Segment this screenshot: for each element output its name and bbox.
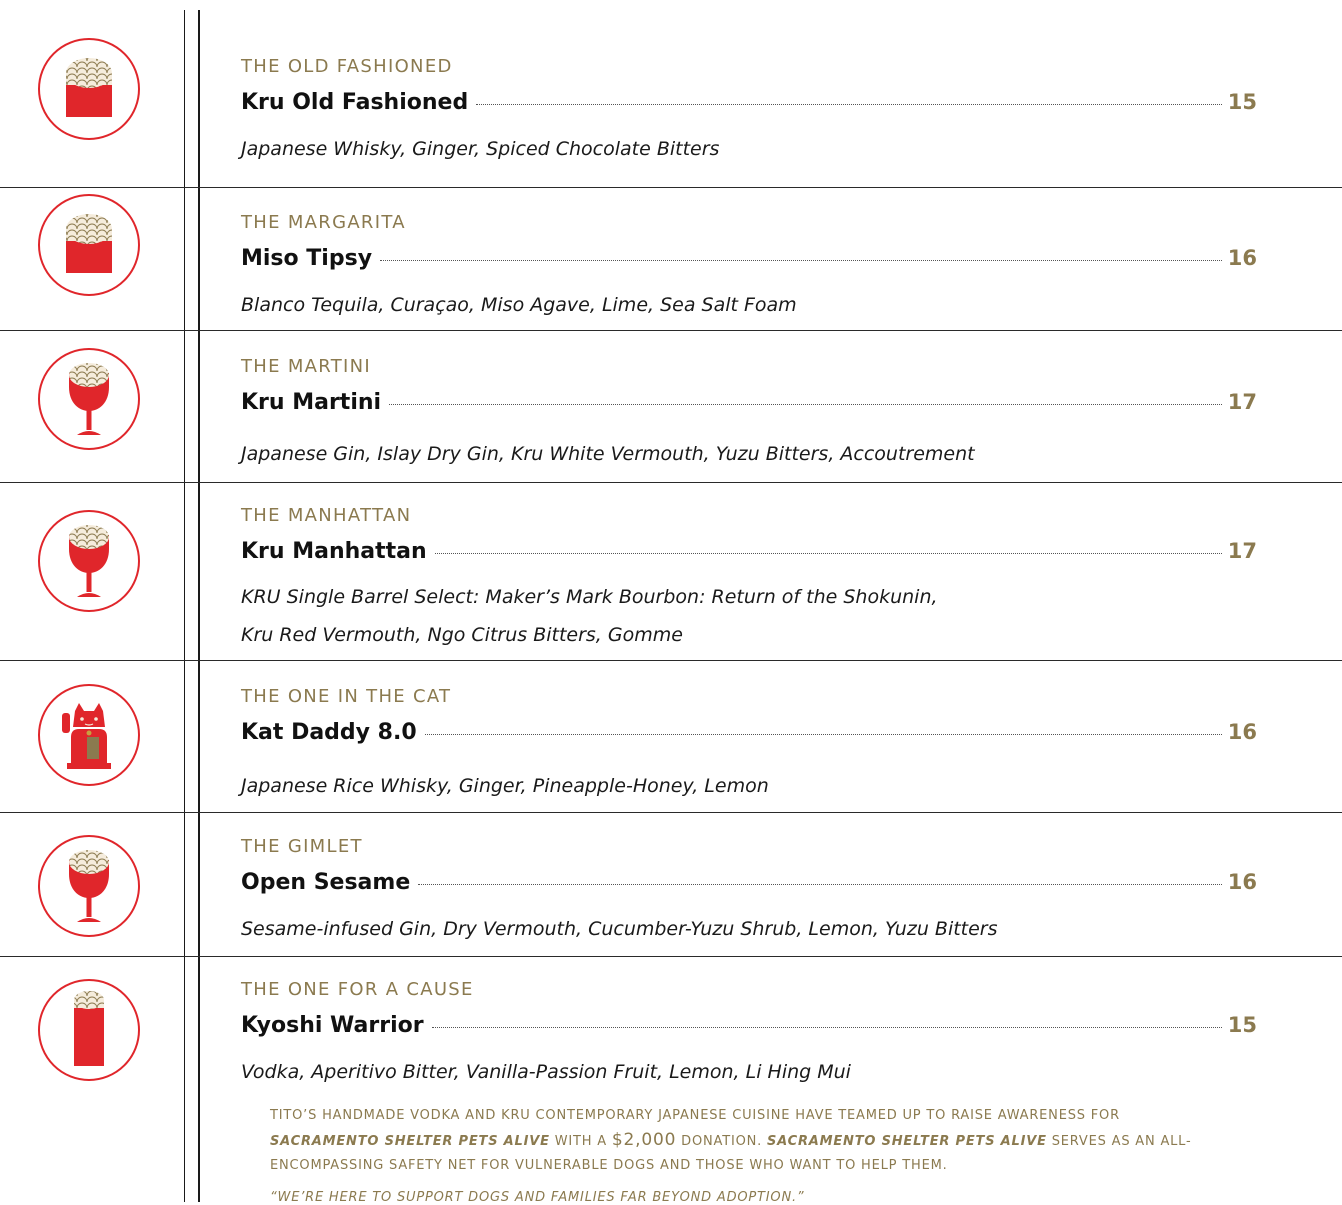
ingredients: Vodka, Aperitivo Bitter, Vanilla-Passion…: [241, 1061, 851, 1083]
row-divider: [0, 660, 1342, 661]
drink-row: Kat Daddy 8.0 16: [241, 720, 1257, 750]
drink-name: Kyoshi Warrior: [241, 1013, 424, 1038]
cause-text: with a: [549, 1134, 612, 1149]
drink-price: 15: [1227, 1013, 1257, 1037]
highball-glass-icon: [37, 978, 141, 1082]
dot-leader: [418, 884, 1222, 885]
lucky-cat-icon: [37, 683, 141, 787]
cause-text: donation.: [676, 1134, 767, 1149]
ingredients: Japanese Whisky, Ginger, Spiced Chocolat…: [241, 138, 720, 160]
wine-glass-icon: [37, 347, 141, 451]
wine-glass-icon: [37, 834, 141, 938]
drink-price: 16: [1227, 246, 1257, 270]
drink-row: Miso Tipsy 16: [241, 246, 1257, 276]
ingredients: KRU Single Barrel Select: Maker’s Mark B…: [241, 586, 938, 608]
rocks-glass-icon: [37, 37, 141, 141]
ingredients: Kru Red Vermouth, Ngo Citrus Bitters, Go…: [241, 624, 683, 646]
dot-leader: [434, 553, 1222, 554]
drink-row: Kru Martini 17: [241, 390, 1257, 420]
drink-name: Miso Tipsy: [241, 246, 373, 271]
row-divider: [0, 812, 1342, 813]
margin-rule-left: [184, 10, 185, 1202]
ingredients: Japanese Gin, Islay Dry Gin, Kru White V…: [241, 443, 975, 465]
drink-price: 17: [1227, 539, 1257, 563]
donation-amount: $2,000: [611, 1130, 677, 1150]
drink-name: Kat Daddy 8.0: [241, 720, 417, 745]
margin-rule-right: [198, 10, 200, 1202]
wine-glass-icon: [37, 509, 141, 613]
rocks-glass-icon: [37, 193, 141, 297]
drink-row: Kru Old Fashioned 15: [241, 90, 1257, 120]
category-label: THE ONE FOR A CAUSE: [241, 979, 474, 1000]
drink-name: Kru Martini: [241, 390, 382, 415]
drink-name: Kru Old Fashioned: [241, 90, 469, 115]
drink-row: Kyoshi Warrior 15: [241, 1013, 1257, 1043]
ingredients: Japanese Rice Whisky, Ginger, Pineapple-…: [241, 775, 769, 797]
ingredients: Blanco Tequila, Curaçao, Miso Agave, Lim…: [241, 294, 797, 316]
category-label: THE GIMLET: [241, 836, 363, 857]
drink-row: Open Sesame 16: [241, 870, 1257, 900]
row-divider: [0, 482, 1342, 483]
row-divider: [0, 956, 1342, 957]
dot-leader: [476, 104, 1222, 105]
row-divider: [0, 187, 1342, 188]
organization-name: sacramento shelter pets alive: [270, 1134, 550, 1149]
drink-name: Open Sesame: [241, 870, 411, 895]
dot-leader: [389, 404, 1222, 405]
dot-leader: [380, 260, 1222, 261]
dot-leader: [424, 734, 1222, 735]
category-label: THE MARGARITA: [241, 212, 406, 233]
row-divider: [0, 330, 1342, 331]
drink-price: 15: [1227, 90, 1257, 114]
category-label: THE OLD FASHIONED: [241, 56, 453, 77]
category-label: THE MANHATTAN: [241, 505, 412, 526]
cause-text: tito’s handmade vodka and kru contempora…: [270, 1108, 1120, 1123]
category-label: THE MARTINI: [241, 356, 372, 377]
organization-name: sacramento shelter pets alive: [767, 1134, 1047, 1149]
ingredients: Sesame-infused Gin, Dry Vermouth, Cucumb…: [241, 918, 998, 940]
category-label: THE ONE IN THE CAT: [241, 686, 452, 707]
drink-price: 16: [1227, 870, 1257, 894]
drink-name: Kru Manhattan: [241, 539, 427, 564]
drink-price: 16: [1227, 720, 1257, 744]
cause-quote: “we’re here to support dogs and families…: [270, 1190, 805, 1205]
dot-leader: [431, 1027, 1222, 1028]
drink-price: 17: [1227, 390, 1257, 414]
cause-note: tito’s handmade vodka and kru contempora…: [270, 1104, 1230, 1178]
drink-row: Kru Manhattan 17: [241, 539, 1257, 569]
